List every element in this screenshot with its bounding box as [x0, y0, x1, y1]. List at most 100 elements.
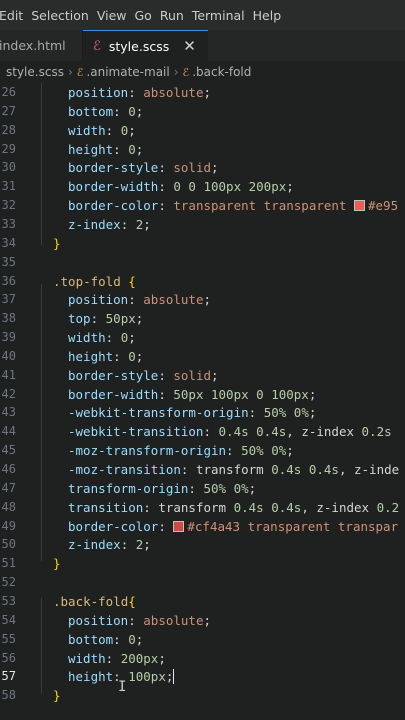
code-token: transition [68, 499, 144, 515]
code-line[interactable]: 50 z-index: 2; [0, 535, 405, 554]
code-line[interactable]: 48 transition: transform 0.4s 0.4s, z-ind… [0, 498, 405, 517]
code-line[interactable]: 47 transform-origin: 50% 0%; [0, 479, 405, 498]
code-text: height: 0; [68, 140, 143, 159]
menu-view[interactable]: View [97, 8, 135, 23]
menu-bar: Edit Selection View Go Run Terminal Help [0, 0, 405, 30]
code-token: ; [135, 348, 144, 364]
line-number: 50 [1, 537, 16, 552]
code-editor[interactable]: I 26 position: absolute; 27 bottom: 0; 28 wid… [0, 83, 405, 720]
color-swatch[interactable] [173, 520, 185, 532]
code-token: : [128, 292, 144, 308]
code-text: border-color: transparent transparent #e… [68, 196, 398, 215]
line-number: 55 [1, 631, 16, 646]
code-token: ; [286, 179, 294, 195]
tab-label: style.scss [108, 38, 170, 54]
code-text: } [53, 234, 61, 253]
code-text: .top-fold { [53, 272, 136, 291]
code-line[interactable]: 38 top: 50px; [0, 309, 405, 328]
code-text: border-width: 50px 100px 0 100px; [68, 385, 316, 404]
code-token: absolute [143, 85, 204, 100]
code-token: absolute [143, 292, 204, 308]
code-line[interactable]: 56 width: 200px; [0, 649, 405, 668]
code-line[interactable]: 44 -webkit-transition: 0.4s 0.4s, z-index… [0, 422, 405, 441]
code-token: ; [143, 216, 151, 232]
code-line[interactable]: 37 position: absolute; [0, 290, 405, 309]
line-number: 52 [1, 575, 16, 590]
code-token: , z-inde [338, 462, 400, 477]
code-token: width [68, 122, 106, 138]
code-token: } [53, 235, 61, 251]
code-line[interactable]: 40 height: 0; [0, 347, 405, 366]
code-line[interactable]: 54 position: absolute; [0, 611, 405, 630]
code-token: border-color [68, 518, 159, 534]
code-text: width: 0; [68, 121, 136, 140]
breadcrumb-file[interactable]: style.scss [6, 65, 64, 79]
code-token: ; [203, 85, 212, 100]
line-number: 45 [1, 443, 16, 458]
line-number: 44 [1, 424, 16, 439]
code-line[interactable]: 45 -moz-transform-origin: 50% 0%; [0, 441, 405, 460]
code-token: : [120, 216, 136, 232]
code-token: 0 0 100px 200px [173, 179, 287, 195]
code-line[interactable]: 55 bottom: 0; [0, 630, 405, 649]
code-token: : transform [143, 499, 234, 515]
code-text: -moz-transform-origin: 50% 0%; [68, 441, 294, 460]
code-line[interactable]: 49 border-color: #cf4a43 transparent tran… [0, 517, 405, 536]
line-number: 46 [1, 462, 16, 476]
code-token: : [158, 160, 174, 176]
code-line[interactable]: 31 border-width: 0 0 100px 200px; [0, 177, 405, 196]
code-token: : [188, 480, 204, 496]
tab-index-html[interactable]: index.html [0, 30, 83, 61]
code-token: .top-fold [53, 273, 121, 289]
code-token: : transform [180, 462, 272, 477]
code-text: position: absolute; [68, 83, 211, 102]
tab-style-scss[interactable]: ℰ style.scss ✕ [83, 30, 208, 61]
menu-go[interactable]: Go [135, 8, 160, 23]
code-line[interactable]: 51} [0, 554, 405, 573]
code-line[interactable]: 34} [0, 234, 405, 253]
code-token: #cf4a43 [187, 518, 241, 534]
code-token: transform-origin [68, 480, 189, 496]
chevron-right-icon: › [173, 65, 179, 79]
line-number: 26 [1, 85, 16, 99]
code-token: 0.2s [361, 424, 392, 440]
code-line[interactable]: 33 z-index: 2; [0, 215, 405, 234]
code-line[interactable]: 53 .back-fold{ [0, 592, 405, 611]
code-line[interactable]: 52 [0, 573, 405, 592]
code-line[interactable]: 43 -webkit-transform-origin: 50% 0%; [0, 403, 405, 422]
code-line[interactable]: 29 height: 0; [0, 140, 405, 159]
code-line[interactable]: 46 -moz-transition: transform 0.4s 0.4s, … [0, 460, 405, 479]
close-icon[interactable]: ✕ [183, 37, 196, 55]
menu-help[interactable]: Help [253, 8, 290, 23]
code-text: z-index: 2; [68, 535, 151, 554]
code-line[interactable]: 58} [0, 686, 405, 705]
code-line[interactable]: 41 border-style: solid; [0, 366, 405, 385]
color-swatch[interactable] [354, 200, 365, 212]
code-line[interactable]: 39 width: 0; [0, 328, 405, 347]
code-line[interactable]: 30 border-style: solid; [0, 158, 405, 177]
code-line[interactable]: 27 bottom: 0; [0, 102, 405, 121]
code-token: ; [211, 160, 219, 176]
code-token: ; [143, 537, 151, 553]
code-token: : [113, 348, 129, 364]
line-number: 57 [1, 669, 16, 684]
code-line[interactable]: 42 border-width: 50px 100px 0 100px; [0, 385, 405, 404]
line-number: 48 [1, 499, 16, 514]
breadcrumb-parent[interactable]: .animate-mail [86, 65, 169, 79]
code-text: top: 50px; [68, 309, 143, 328]
menu-selection[interactable]: Selection [31, 8, 97, 23]
code-line[interactable]: 57 height: 100px; [0, 667, 405, 686]
breadcrumb-current[interactable]: .back-fold [192, 65, 251, 79]
code-line[interactable]: 36 .top-fold { [0, 272, 405, 291]
menu-edit[interactable]: Edit [0, 8, 31, 23]
code-token: ; [165, 669, 174, 685]
code-line[interactable]: 28 width: 0; [0, 121, 405, 140]
code-token: : [120, 537, 136, 553]
line-number: 35 [1, 254, 16, 269]
code-line[interactable]: 35 [0, 253, 405, 272]
code-token: : [105, 330, 121, 346]
code-line[interactable]: 32 border-color: transparent transparent … [0, 196, 405, 215]
menu-run[interactable]: Run [160, 8, 192, 23]
code-line[interactable]: 26 position: absolute; [0, 83, 405, 102]
menu-terminal[interactable]: Terminal [192, 8, 253, 23]
